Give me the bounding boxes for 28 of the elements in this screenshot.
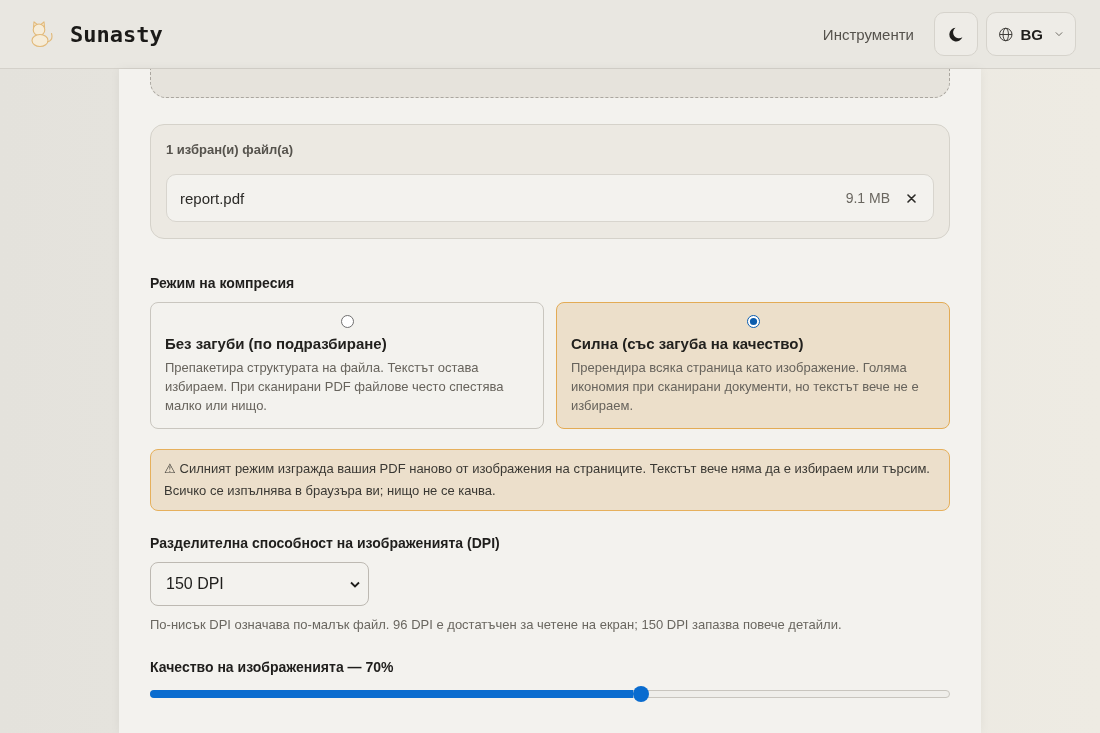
section-label: Качество на изображенията — 70%: [150, 658, 395, 677]
section-label: Разделителна способност на изображенията (DPI): [150, 534, 501, 553]
mode-option[interactable]: Силна (със загуба на качество) Пререндира всяка страница като изображение. Голяма икономия при сканирани документи, но текстът вече не е избираем.: [556, 302, 950, 429]
files-count-label: 1 избран(и) файл(а): [166, 141, 295, 159]
option-description: Пререндира всяка страница като изображение. Голяма икономия при сканирани документи, но текстът вече не е избираем.: [571, 359, 920, 415]
file-name: report.pdf: [180, 189, 246, 207]
section-label: Режим на компресия: [150, 274, 296, 293]
option-title: Без загуби (по подразбиране): [165, 334, 388, 354]
cat-logo-icon: [28, 20, 54, 48]
mode-option[interactable]: Без загуби (по подразбиране) Препакетира структурата на файла. Текстът остава избираем. При сканирани PDF файлове често спестява малко или нищо.: [150, 302, 544, 429]
option-description: Препакетира структурата на файла. Текстът остава избираем. При сканирани PDF файлове често спестява малко или нищо.: [165, 359, 505, 415]
radio-button[interactable]: [340, 315, 354, 328]
brand-name: Sunasty: [70, 21, 163, 47]
chevron-down-icon: [350, 580, 360, 588]
slider-thumb[interactable]: [632, 686, 649, 702]
chevron-down-icon: [1055, 31, 1063, 37]
language-button[interactable]: BG: [986, 12, 1076, 56]
theme-toggle-button[interactable]: [934, 12, 978, 56]
hint-text: По-нисък DPI означава по-малък файл. 96 DPI е достатъчен за четене на екран; 150 DPI запазва повече детайли.: [150, 616, 843, 634]
moon-icon: [949, 26, 963, 42]
option-title: Силна (със загуба на качество): [571, 334, 805, 354]
dpi-select[interactable]: 150 DPI: [150, 562, 369, 606]
file-size: 9.1 MB: [845, 190, 890, 206]
globe-icon: [999, 25, 1013, 43]
warning-text: ⚠ Силният режим изгражда вашия PDF наново от изображения на страниците. Текстът вече няма да е избираем или търсим. Всичко се изпълнява в браузъра ви; нищо не се качва.: [164, 460, 931, 500]
radio-button[interactable]: [746, 315, 760, 328]
close-icon[interactable]: [907, 193, 916, 203]
tools-link[interactable]: Инструменти: [822, 25, 914, 43]
